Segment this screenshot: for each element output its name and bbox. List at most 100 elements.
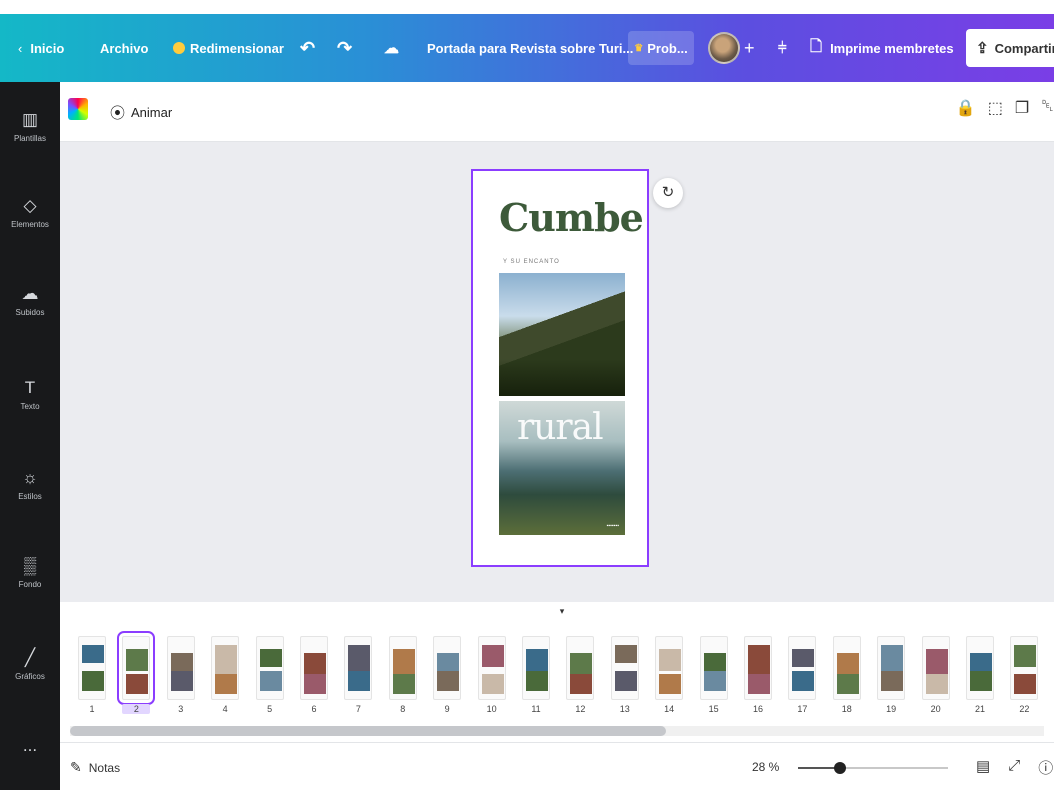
editor-toolbar: ⦿ Animar 🔒 ⬚ ❐ ␡ bbox=[60, 82, 1054, 142]
undo-icon[interactable]: ↶ bbox=[300, 38, 315, 59]
page-thumbnail[interactable] bbox=[610, 636, 639, 700]
page-thumbnail[interactable] bbox=[522, 636, 550, 700]
page-actions: 🔒 ⬚ ❐ ␡ bbox=[956, 98, 1054, 118]
cover-subtitle[interactable]: Y SU ENCANTO bbox=[503, 259, 560, 265]
sidebar-item-styles[interactable]: ☼ Estilos bbox=[0, 468, 60, 501]
zoom-level[interactable]: 28 % bbox=[752, 760, 779, 774]
page-strip: ▾ 1234567891011121314151617181920212223 bbox=[60, 602, 1054, 742]
duplicate-page-icon[interactable]: ❐ bbox=[1015, 98, 1029, 118]
collapse-strip-button[interactable]: ▾ bbox=[537, 602, 587, 620]
cover-title[interactable]: Cumbe bbox=[499, 195, 644, 240]
page-view-icon[interactable]: ▤ bbox=[976, 757, 990, 778]
canvas-area: Cumbe Y SU ENCANTO rural ▪▪▪▪▪▪▪ ↻ bbox=[60, 142, 1054, 602]
thumbnail-block bbox=[82, 645, 104, 663]
crown-icon: ♛ bbox=[634, 42, 644, 54]
add-page-icon[interactable]: ⬚ bbox=[988, 98, 1003, 118]
page-thumbnail[interactable] bbox=[166, 636, 195, 700]
page-thumbnail[interactable] bbox=[433, 636, 462, 700]
page-thumbnail[interactable] bbox=[78, 636, 106, 700]
top-bar: ‹ Inicio Archivo Redimensionar ↶ ↷ ☁ Por… bbox=[0, 14, 1054, 82]
sidebar-item-charts[interactable]: ╱ Gráficos bbox=[0, 648, 60, 681]
notes-button[interactable]: ✎ Notas bbox=[70, 759, 120, 776]
zoom-slider[interactable] bbox=[798, 762, 948, 774]
page-number: 16 bbox=[752, 704, 763, 714]
page-thumbnail[interactable] bbox=[566, 636, 595, 700]
cloud-saved-icon[interactable]: ☁ bbox=[384, 39, 399, 57]
zoom-slider-knob[interactable] bbox=[834, 762, 846, 774]
page-thumbnail[interactable] bbox=[1010, 636, 1039, 700]
page-thumbnail[interactable] bbox=[255, 636, 284, 700]
thumbnail-block bbox=[614, 645, 637, 663]
thumbnail-block bbox=[925, 674, 948, 694]
photo-word[interactable]: rural bbox=[517, 407, 604, 448]
animate-button[interactable]: ⦿ Animar bbox=[110, 102, 172, 123]
thumbnail-block bbox=[526, 671, 548, 691]
page-thumbnail[interactable] bbox=[921, 636, 950, 700]
page-thumbnail[interactable] bbox=[388, 636, 417, 700]
sidebar-item-more[interactable]: ... bbox=[0, 736, 60, 760]
sidebar-item-background[interactable]: ▒ Fondo bbox=[0, 556, 60, 589]
thumbnail-block bbox=[481, 674, 504, 694]
page-number: 1 bbox=[89, 704, 95, 714]
page-thumbnail[interactable] bbox=[655, 636, 684, 700]
pro-label: Prob... bbox=[647, 40, 688, 56]
sidebar-item-label: Estilos bbox=[18, 492, 42, 501]
page-thumbnail[interactable] bbox=[744, 636, 772, 700]
sidebar-item-text[interactable]: T Texto bbox=[0, 378, 60, 411]
share-button[interactable]: ⇪ Compartir bbox=[966, 29, 1054, 67]
sidebar-item-elements[interactable]: ◇ Elementos bbox=[0, 196, 60, 229]
thumbnail-block bbox=[881, 671, 904, 691]
delete-page-icon[interactable]: ␡ bbox=[1041, 98, 1054, 118]
resize-button[interactable]: Redimensionar bbox=[173, 41, 284, 56]
more-icon: ... bbox=[22, 736, 38, 755]
home-button[interactable]: ‹ Inicio bbox=[18, 41, 64, 56]
page-thumbnail[interactable] bbox=[211, 636, 240, 700]
page-thumbnail[interactable] bbox=[300, 636, 328, 700]
sidebar-item-label: Texto bbox=[20, 402, 40, 411]
page-number: 8 bbox=[400, 704, 406, 714]
add-member-icon[interactable]: + bbox=[744, 38, 755, 59]
pro-button[interactable]: ♛ Prob... bbox=[628, 31, 694, 65]
page-number: 7 bbox=[355, 704, 361, 714]
page-thumbnail[interactable] bbox=[117, 631, 156, 705]
page-thumbnail[interactable] bbox=[877, 636, 906, 700]
sidebar-item-templates[interactable]: ▥ Plantillas bbox=[0, 110, 60, 143]
rotate-icon[interactable]: ↻ bbox=[653, 178, 683, 208]
design-page[interactable]: Cumbe Y SU ENCANTO rural ▪▪▪▪▪▪▪ bbox=[471, 169, 649, 567]
page-number: 11 bbox=[531, 704, 541, 714]
page-thumbnail[interactable] bbox=[788, 636, 817, 700]
file-menu-button[interactable]: Archivo bbox=[100, 41, 148, 56]
page-number: 12 bbox=[575, 704, 586, 714]
stats-icon[interactable]: ⫩ bbox=[778, 40, 787, 57]
print-button[interactable]: 🗋 Imprime membretes bbox=[810, 36, 954, 61]
page-thumbnail[interactable] bbox=[832, 636, 861, 700]
thumbnail-block bbox=[437, 653, 460, 671]
fullscreen-icon[interactable]: ⤢ bbox=[1008, 757, 1020, 778]
page-number: 5 bbox=[267, 704, 273, 714]
crown-icon bbox=[173, 42, 185, 54]
page-thumbnail[interactable] bbox=[966, 636, 994, 700]
sidebar-item-label: Plantillas bbox=[13, 134, 46, 143]
page-thumbnail[interactable] bbox=[477, 636, 506, 700]
sidebar: ▥ Plantillas ◇ Elementos ☁ Subidos T Tex… bbox=[0, 82, 60, 790]
document-title[interactable]: Portada para Revista sobre Turi... bbox=[427, 41, 633, 56]
charts-icon: ╱ bbox=[24, 648, 36, 667]
sidebar-item-uploads[interactable]: ☁ Subidos bbox=[0, 284, 60, 317]
avatar[interactable] bbox=[708, 32, 740, 64]
view-controls: ▤ ⤢ ⓘ bbox=[976, 757, 1053, 778]
help-icon[interactable]: ⓘ bbox=[1038, 757, 1053, 778]
redo-icon[interactable]: ↷ bbox=[337, 38, 352, 59]
valley-photo[interactable]: rural ▪▪▪▪▪▪▪ bbox=[499, 401, 625, 535]
lock-icon[interactable]: 🔒 bbox=[956, 98, 976, 118]
page-thumbnail[interactable] bbox=[699, 636, 728, 700]
mountain-photo[interactable] bbox=[499, 273, 625, 396]
thumbnail-block bbox=[748, 674, 770, 694]
page-number: 14 bbox=[664, 704, 675, 714]
color-picker-button[interactable] bbox=[68, 98, 88, 120]
page-thumbnail[interactable] bbox=[344, 636, 373, 700]
scrollbar-thumb[interactable] bbox=[70, 726, 666, 736]
thumbnail-block bbox=[437, 671, 460, 691]
thumbnail-block bbox=[259, 649, 282, 667]
horizontal-scrollbar[interactable] bbox=[70, 726, 1044, 736]
thumbnail-block bbox=[881, 645, 904, 671]
